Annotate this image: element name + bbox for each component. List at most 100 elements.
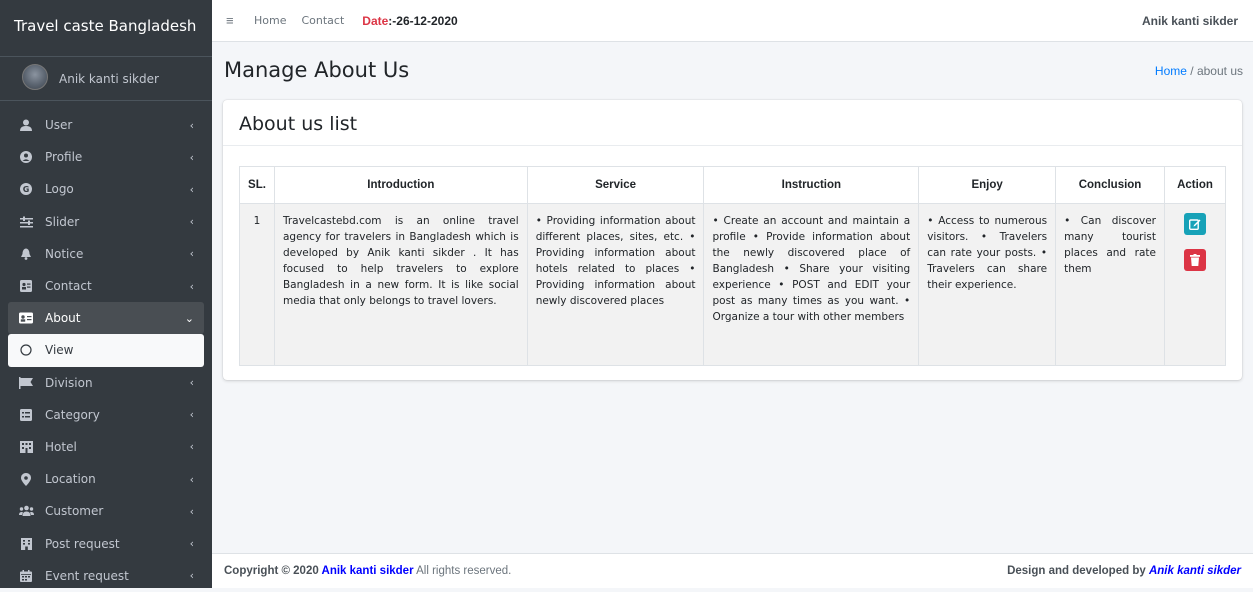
column-header: Conclusion	[1055, 166, 1165, 204]
calendar-icon	[17, 569, 35, 583]
svg-text:G: G	[23, 185, 30, 194]
sidebar-item-post-request[interactable]: Post request ‹	[8, 527, 204, 559]
column-header: Action	[1163, 166, 1227, 204]
sidebar-item-label: Category	[45, 407, 100, 422]
credit-text: Design and developed by	[1007, 565, 1149, 577]
trash-icon	[1189, 254, 1200, 266]
column-header: SL.	[239, 166, 275, 204]
sidebar-nav: User ‹ Profile ‹ G Logo ‹ Slider ‹ Notic…	[8, 109, 204, 592]
sidebar-item-label: Profile	[45, 150, 83, 165]
card-title: About us list	[239, 113, 358, 135]
sidebar-item-event-request[interactable]: Event request ‹	[8, 560, 204, 592]
sidebar-item-category[interactable]: Category ‹	[8, 399, 204, 431]
chevron-left-icon: ‹	[189, 408, 194, 422]
chevron-left-icon: ‹	[189, 215, 194, 229]
footer-author-link[interactable]: Anik kanti sikder	[322, 565, 414, 577]
hotel-icon	[17, 440, 35, 454]
topbar-username[interactable]: Anik kanti sikder	[1142, 14, 1238, 28]
sidebar-username[interactable]: Anik kanti sikder	[59, 72, 159, 86]
sidebar-item-division[interactable]: Division ‹	[8, 367, 204, 399]
page-title: Manage About Us	[224, 58, 410, 82]
copyright-text: Copyright © 2020	[224, 565, 322, 577]
breadcrumb-home-link[interactable]: Home	[1155, 64, 1187, 78]
footer-designer-link[interactable]: Anik kanti sikder	[1149, 565, 1241, 577]
location-icon	[17, 472, 35, 486]
sidebar-item-logo[interactable]: G Logo ‹	[8, 173, 204, 205]
chevron-left-icon: ‹	[189, 504, 194, 518]
sidebar-item-contact[interactable]: Contact ‹	[8, 270, 204, 302]
about-icon	[17, 311, 35, 325]
breadcrumb-current: about us	[1196, 64, 1243, 78]
sidebar-item-label: Post request	[45, 536, 120, 551]
chevron-left-icon: ‹	[189, 150, 194, 164]
menu-icon[interactable]: ≡	[226, 13, 239, 28]
chevron-left-icon: ‹	[189, 569, 194, 583]
chevron-down-icon: ⌄	[184, 311, 194, 325]
brand-title[interactable]: Travel caste Bangladesh	[0, 0, 212, 57]
column-header: Service	[526, 166, 705, 204]
avatar	[22, 63, 48, 90]
sidebar-item-label: Division	[45, 375, 93, 390]
profile-icon	[17, 150, 35, 164]
table-row: 1 Travelcastebd.com is an online travel …	[239, 203, 1227, 366]
sidebar-item-profile[interactable]: Profile ‹	[8, 141, 204, 173]
sidebar-item-customer[interactable]: Customer ‹	[8, 495, 204, 527]
chevron-left-icon: ‹	[189, 376, 194, 390]
sidebar-item-label: Customer	[45, 504, 104, 519]
sidebar-item-label: Location	[45, 472, 96, 487]
user-panel[interactable]: Anik kanti sikder	[0, 57, 212, 101]
sidebar: Travel caste Bangladesh Anik kanti sikde…	[0, 0, 212, 588]
logo-icon: G	[17, 182, 35, 196]
sidebar-item-about[interactable]: About ⌄	[8, 302, 204, 335]
cell-sl: 1	[239, 203, 275, 366]
chevron-left-icon: ‹	[189, 247, 194, 261]
circle-icon	[17, 343, 35, 357]
breadcrumb-separator: /	[1186, 64, 1197, 78]
cell-service: • Providing information about different …	[526, 203, 705, 366]
delete-button[interactable]	[1183, 249, 1206, 271]
cell-instruction: • Create an account and maintain a profi…	[703, 203, 920, 366]
sidebar-item-view[interactable]: View	[8, 334, 204, 367]
category-icon	[17, 408, 35, 422]
footer-copyright: Copyright © 2020 Anik kanti sikder All r…	[224, 565, 511, 577]
user-icon	[17, 118, 35, 132]
about-table: SL. Introduction Service Instruction Enj…	[239, 166, 1227, 366]
edit-button[interactable]	[1183, 213, 1206, 235]
about-list-card: About us list SL. Introduction Service I…	[223, 100, 1242, 380]
top-navbar: ≡ Home Contact Date:-26-12-2020 Anik kan…	[212, 0, 1253, 42]
sidebar-item-label: About	[45, 311, 81, 326]
bell-icon	[17, 247, 35, 261]
content-header: Manage About Us Home / about us	[224, 58, 1243, 88]
sidebar-item-label: Contact	[45, 279, 92, 294]
sidebar-item-user[interactable]: User ‹	[8, 109, 204, 141]
sidebar-item-label: Slider	[45, 214, 80, 229]
column-header: Instruction	[703, 166, 920, 204]
sidebar-item-hotel[interactable]: Hotel ‹	[8, 431, 204, 463]
sidebar-item-slider[interactable]: Slider ‹	[8, 206, 204, 238]
chevron-left-icon: ‹	[189, 279, 194, 293]
contact-icon	[17, 279, 35, 293]
sidebar-item-label: Event request	[45, 568, 129, 583]
card-header: About us list	[223, 100, 1242, 146]
chevron-left-icon: ‹	[189, 537, 194, 551]
breadcrumb: Home / about us	[1155, 64, 1243, 78]
flag-icon	[17, 376, 35, 390]
cell-introduction: Travelcastebd.com is an online travel ag…	[273, 203, 528, 366]
sidebar-item-label: Hotel	[45, 439, 77, 454]
sidebar-item-label: User	[45, 118, 73, 133]
users-icon	[17, 504, 35, 518]
chevron-left-icon: ‹	[189, 440, 194, 454]
column-header: Enjoy	[918, 166, 1057, 204]
sidebar-item-location[interactable]: Location ‹	[8, 463, 204, 495]
footer-credit: Design and developed by Anik kanti sikde…	[1007, 565, 1241, 577]
rights-text: All rights reserved.	[413, 565, 512, 577]
cell-enjoy: • Access to numerous visitors. • Travele…	[918, 203, 1057, 366]
slider-icon	[17, 215, 35, 229]
date-value: :-26-12-2020	[388, 13, 458, 28]
column-header: Introduction	[273, 166, 528, 204]
sidebar-item-notice[interactable]: Notice ‹	[8, 238, 204, 270]
nav-home-link[interactable]: Home	[254, 14, 286, 27]
date-label: Date	[362, 13, 389, 28]
edit-icon	[1188, 219, 1201, 230]
nav-contact-link[interactable]: Contact	[301, 14, 344, 27]
